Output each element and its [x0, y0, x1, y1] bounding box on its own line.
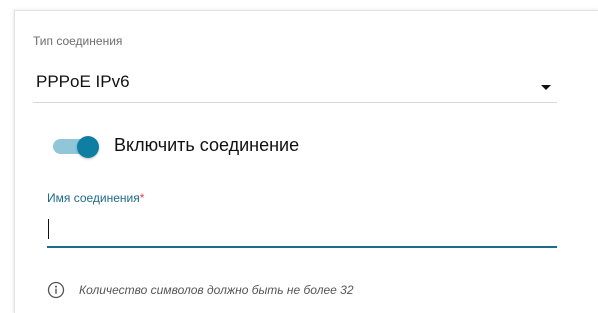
connection-name-label: Имя соединения*: [47, 191, 144, 205]
connection-name-label-text: Имя соединения: [47, 191, 140, 205]
info-icon: [47, 281, 65, 299]
connection-type-label: Тип соединения: [33, 34, 123, 48]
connection-type-select[interactable]: PPPoE IPv6: [33, 58, 557, 103]
settings-card: [14, 10, 598, 313]
caret-down-icon[interactable]: [541, 85, 551, 90]
page: Тип соединения PPPoE IPv6 Включить соеди…: [0, 0, 598, 313]
connection-type-value: PPPoE IPv6: [36, 72, 130, 91]
connection-name-field[interactable]: [47, 214, 557, 248]
required-mark: *: [139, 191, 145, 205]
text-cursor: [48, 219, 49, 239]
toggle-knob: [77, 136, 99, 158]
connection-name-input[interactable]: [47, 214, 557, 246]
enable-connection-toggle[interactable]: [53, 136, 99, 158]
enable-connection-label: Включить соединение: [114, 135, 300, 155]
hint-text: Количество символов должно быть не более…: [79, 283, 354, 297]
